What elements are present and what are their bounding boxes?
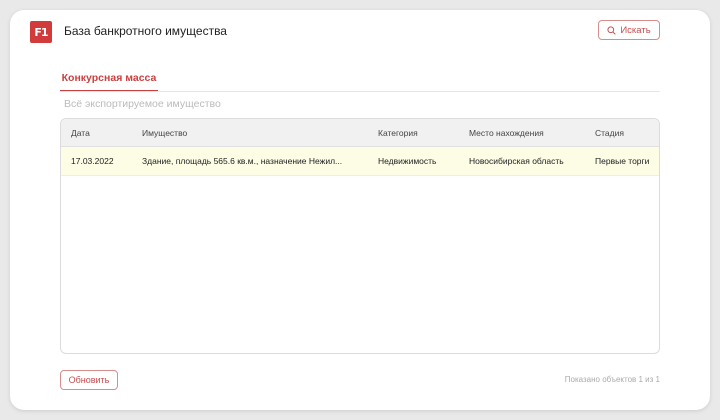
table-header: Дата Имущество Категория Место нахождени… [61, 119, 659, 147]
app-logo: F1 [30, 21, 52, 43]
column-header-date[interactable]: Дата [71, 119, 141, 146]
tab-divider [60, 91, 660, 92]
tab-konkursnaya-massa[interactable]: Конкурсная масса [60, 70, 158, 92]
app-title: База банкротного имущества [64, 24, 227, 38]
section-subtitle: Всё экспортируемое имущество [64, 98, 221, 110]
cell-property: Здание, площадь 565.6 кв.м., назначение … [142, 156, 343, 166]
search-button-label: Искать [620, 24, 651, 36]
refresh-button[interactable]: Обновить [60, 370, 118, 390]
column-header-location[interactable]: Место нахождения [469, 119, 593, 146]
column-header-stage[interactable]: Стадия [595, 119, 659, 146]
cell-location: Новосибирская область [469, 156, 564, 166]
property-table: Дата Имущество Категория Место нахождени… [60, 118, 660, 354]
table-row[interactable]: 17.03.2022 Здание, площадь 565.6 кв.м., … [61, 147, 659, 176]
logo-text: F1 [34, 25, 48, 39]
objects-count: Показано объектов 1 из 1 [564, 375, 660, 384]
cell-date: 17.03.2022 [71, 156, 114, 166]
search-button[interactable]: Искать [598, 20, 660, 40]
cell-stage: Первые торги [595, 156, 650, 166]
column-header-property[interactable]: Имущество [142, 119, 372, 146]
app-window: F1 База банкротного имущества Искать Кон… [10, 10, 710, 410]
cell-category: Недвижимость [378, 156, 437, 166]
search-icon [607, 25, 617, 35]
column-header-category[interactable]: Категория [378, 119, 466, 146]
